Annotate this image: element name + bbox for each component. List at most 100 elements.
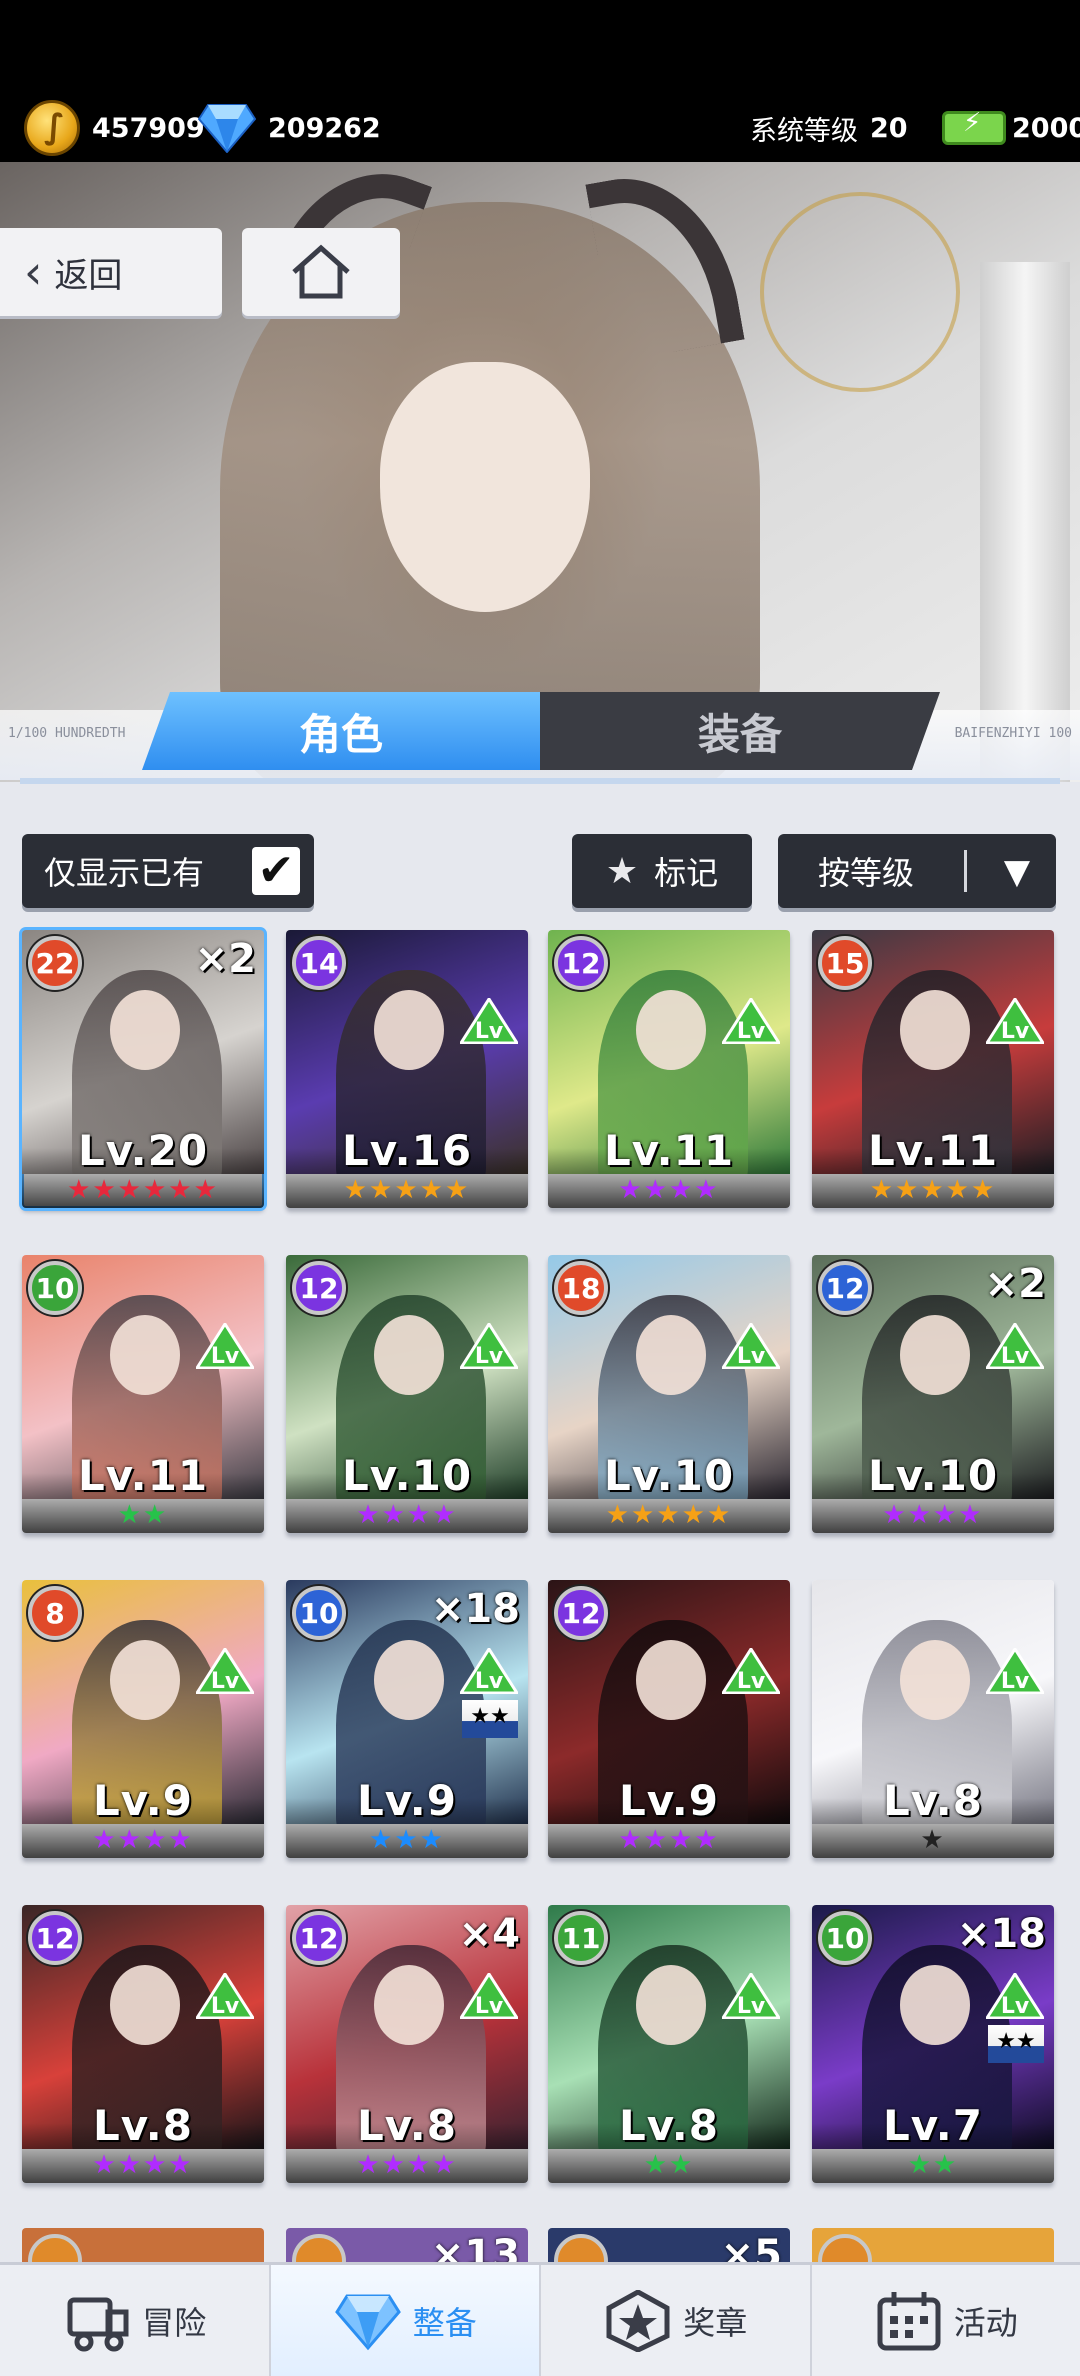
- tab-characters[interactable]: 角色: [142, 692, 540, 770]
- level-up-icon: Lv: [460, 1973, 518, 2019]
- energy-counter[interactable]: 2000: [942, 100, 1080, 156]
- svg-text:Lv: Lv: [475, 1994, 504, 2019]
- duplicate-count: ×18: [956, 1911, 1046, 1957]
- level-up-icon: Lv: [196, 1648, 254, 1694]
- nav-item-medal[interactable]: 奖章: [541, 2265, 812, 2376]
- character-card[interactable]: Lv.8 ★ Lv: [812, 1580, 1054, 1858]
- level-up-icon: Lv: [986, 998, 1044, 1044]
- nav-label: 冒险: [142, 2303, 207, 2342]
- character-card[interactable]: Lv.10 ★★★★ 12 ×2 Lv: [812, 1255, 1054, 1533]
- duplicate-count: ×2: [984, 1261, 1046, 1307]
- rank-badge: 15: [818, 936, 872, 990]
- svg-text:Lv: Lv: [737, 1019, 766, 1044]
- level-up-icon: Lv: [460, 1648, 518, 1694]
- level-up-icon: Lv: [986, 1973, 1044, 2019]
- svg-text:Lv: Lv: [737, 1669, 766, 1694]
- owned-only-label: 仅显示已有: [44, 854, 205, 892]
- sort-dropdown[interactable]: 按等级 ▼: [778, 834, 1056, 908]
- deco-text-right: BAIFENZHIYI 100: [954, 726, 1072, 741]
- portrait-head: [636, 1315, 706, 1395]
- character-card[interactable]: Lv.10 ★★★★ 12 Lv: [286, 1255, 528, 1533]
- character-card[interactable]: Lv.9 ★★★★ 12 Lv: [548, 1580, 790, 1858]
- coin-counter[interactable]: 457909: [24, 100, 205, 156]
- character-stars: ★★★★: [92, 1825, 194, 1855]
- tab-equipment[interactable]: 装备: [540, 692, 940, 770]
- nav-label: 奖章: [683, 2303, 748, 2342]
- gem-amount: 209262: [268, 112, 381, 144]
- nav-item-truck[interactable]: 冒险: [0, 2265, 271, 2376]
- character-face: [380, 362, 590, 612]
- character-level: Lv.7: [883, 2101, 983, 2150]
- character-card[interactable]: Lv.11 ★★★★★ 15 Lv: [812, 930, 1054, 1208]
- rank-badge: 14: [292, 936, 346, 990]
- sort-divider: [964, 850, 967, 892]
- duplicate-count: ×18: [430, 1586, 520, 1632]
- coin-amount: 457909: [92, 112, 205, 144]
- portrait-head: [110, 1315, 180, 1395]
- svg-text:Lv: Lv: [211, 1669, 240, 1694]
- rank-badge: 18: [554, 1261, 608, 1315]
- character-card[interactable]: Lv.11 ★★★★ 12 Lv: [548, 930, 790, 1208]
- character-card[interactable]: Lv.7 ★★ 10 ×18 Lv ★★: [812, 1905, 1054, 2183]
- rank-badge: 12: [292, 1261, 346, 1315]
- portrait-head: [636, 1640, 706, 1720]
- character-stars: ★★★★: [618, 1825, 720, 1855]
- svg-text:Lv: Lv: [1001, 1344, 1030, 1369]
- mark-label: 标记: [654, 854, 719, 892]
- character-level: Lv.11: [603, 1126, 735, 1175]
- portrait-head: [374, 1315, 444, 1395]
- duplicate-count: ×4: [458, 1911, 520, 1957]
- character-stars: ★: [920, 1825, 946, 1855]
- character-card[interactable]: Lv.8 ★★★★ 12 ×4 Lv: [286, 1905, 528, 2183]
- level-up-icon: Lv: [196, 1323, 254, 1369]
- back-button[interactable]: ‹ 返回: [0, 228, 222, 316]
- character-level: Lv.16: [341, 1126, 473, 1175]
- svg-text:Lv: Lv: [475, 1669, 504, 1694]
- portrait-head: [900, 990, 970, 1070]
- character-stars: ★★★★: [882, 1500, 984, 1530]
- medal-icon: [606, 2289, 670, 2352]
- level-up-icon: Lv: [986, 1323, 1044, 1369]
- rank-badge: 12: [28, 1911, 82, 1965]
- rank-badge: 12: [292, 1911, 346, 1965]
- svg-text:Lv: Lv: [737, 1994, 766, 2019]
- character-card[interactable]: Lv.10 ★★★★★ 18 Lv: [548, 1255, 790, 1533]
- deco-text-left: 1/100 HUNDREDTH: [8, 726, 126, 741]
- character-card[interactable]: Lv.11 ★★ 10 Lv: [22, 1255, 264, 1533]
- owned-only-toggle[interactable]: 仅显示已有 ✔: [22, 834, 314, 908]
- character-card[interactable]: Lv.9 ★★★★ 8 Lv: [22, 1580, 264, 1858]
- mark-button[interactable]: ★ 标记: [572, 834, 752, 908]
- nav-item-gem[interactable]: 整备: [270, 2265, 541, 2376]
- character-level: Lv.20: [77, 1126, 209, 1175]
- dropdown-triangle-icon[interactable]: ▼: [1004, 852, 1030, 892]
- portrait-head: [900, 1640, 970, 1720]
- truck-icon: [67, 2297, 129, 2351]
- portrait-head: [374, 1965, 444, 2045]
- system-level-value: 20: [870, 112, 908, 144]
- character-card[interactable]: Lv.8 ★★★★ 12 Lv: [22, 1905, 264, 2183]
- nav-item-calendar[interactable]: 活动: [812, 2265, 1080, 2376]
- svg-text:Lv: Lv: [211, 1344, 240, 1369]
- gem-icon: [334, 2294, 401, 2350]
- portrait-head: [900, 1965, 970, 2045]
- character-stars: ★★★: [369, 1825, 445, 1855]
- character-card[interactable]: Lv.9 ★★★ 10 ×18 Lv ★★: [286, 1580, 528, 1858]
- checkbox-checked-icon[interactable]: ✔: [252, 847, 300, 895]
- rank-badge: 8: [28, 1586, 82, 1640]
- home-button[interactable]: [242, 228, 400, 316]
- character-card[interactable]: Lv.16 ★★★★★ 14 Lv: [286, 930, 528, 1208]
- level-up-icon: Lv: [722, 1648, 780, 1694]
- character-stars: ★★★★: [356, 2150, 458, 2180]
- character-level: Lv.11: [77, 1451, 209, 1500]
- character-level: Lv.8: [93, 2101, 193, 2150]
- tab-strip: 1/100 HUNDREDTH BAIFENZHIYI 100 角色 装备: [0, 680, 1080, 792]
- character-level: Lv.9: [619, 1776, 719, 1825]
- gem-counter[interactable]: 209262: [198, 100, 381, 156]
- tab-underline: [20, 778, 1060, 784]
- nav-label: 整备: [412, 2303, 477, 2342]
- nav-label: 活动: [953, 2303, 1018, 2342]
- character-card[interactable]: Lv.8 ★★ 11 Lv: [548, 1905, 790, 2183]
- character-stars: ★★★★★: [869, 1175, 997, 1205]
- level-up-icon: Lv: [722, 998, 780, 1044]
- character-card[interactable]: Lv.20 ★★★★★★ 22 ×2: [19, 927, 267, 1211]
